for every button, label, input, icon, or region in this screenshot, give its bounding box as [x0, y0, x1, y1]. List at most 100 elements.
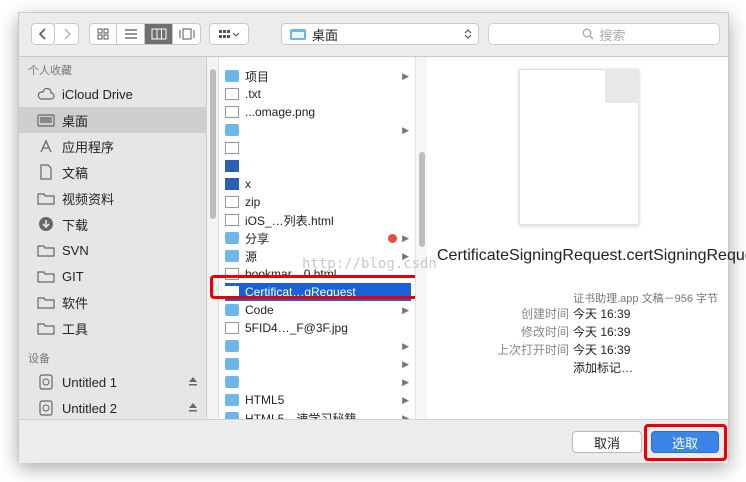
- file-row[interactable]: HTML5…速学习秘籍 ▶: [225, 409, 411, 419]
- file-row[interactable]: .txt: [225, 85, 411, 103]
- file-row[interactable]: 分享 ▶: [225, 229, 411, 247]
- sidebar-item-label: 文稿: [62, 165, 89, 181]
- file-row[interactable]: [225, 157, 411, 175]
- location-label: 桌面: [312, 27, 339, 43]
- download-icon: [37, 217, 55, 231]
- sidebar-item[interactable]: 软件: [19, 289, 206, 315]
- folder-icon: [225, 304, 239, 316]
- scroll-thumb[interactable]: [210, 69, 216, 219]
- favorites-header: 个人收藏: [28, 65, 72, 77]
- applications-icon: [37, 139, 55, 153]
- eject-icon[interactable]: [188, 402, 198, 415]
- file-name: Code: [245, 303, 274, 317]
- coverflow-view-button[interactable]: [173, 23, 201, 45]
- sidebar-item[interactable]: GIT: [19, 263, 206, 289]
- file-row[interactable]: ▶: [225, 121, 411, 139]
- opened-value: 今天 16:39: [573, 343, 631, 357]
- file-name: x: [245, 177, 251, 191]
- folder-icon: [225, 394, 239, 406]
- column-view-button[interactable]: [145, 23, 173, 45]
- watermark: http://blog.csdn: [302, 256, 437, 272]
- file-icon: [225, 106, 239, 118]
- sidebar-item[interactable]: 桌面: [19, 107, 206, 133]
- file-row[interactable]: 5FID4…_F@3F.jpg: [225, 319, 411, 337]
- file-icon: [225, 88, 239, 100]
- file-icon: [225, 196, 239, 208]
- disclosure-arrow-icon: ▶: [402, 358, 409, 369]
- file-row[interactable]: x: [225, 175, 411, 193]
- sidebar-item[interactable]: 下载: [19, 211, 206, 237]
- sidebar-item-label: 下载: [62, 217, 89, 233]
- sidebar-item-label: iCloud Drive: [62, 86, 133, 102]
- cancel-button[interactable]: 取消: [572, 431, 642, 453]
- sidebar-item-label: 桌面: [62, 113, 89, 129]
- devices-header: 设备: [28, 353, 50, 365]
- folder-icon: [225, 232, 239, 244]
- sidebar-item[interactable]: Untitled 1: [19, 369, 206, 395]
- search-placeholder: 搜索: [599, 27, 626, 43]
- eject-icon[interactable]: [188, 376, 198, 389]
- toolbar: 桌面 搜索: [19, 13, 728, 57]
- disk-icon: [37, 400, 55, 416]
- back-button[interactable]: [31, 23, 55, 45]
- file-row[interactable]: Code ▶: [225, 301, 411, 319]
- file-icon: [225, 214, 239, 226]
- scroll-thumb[interactable]: [419, 152, 425, 247]
- sidebar-item[interactable]: 应用程序: [19, 133, 206, 159]
- disclosure-arrow-icon: ▶: [402, 376, 409, 387]
- folder-icon: [37, 269, 55, 283]
- file-row[interactable]: HTML5 ▶: [225, 391, 411, 409]
- file-row[interactable]: ▶: [225, 355, 411, 373]
- cloud-icon: [37, 87, 55, 101]
- disk-icon: [37, 374, 55, 390]
- sidebar-item-label: GIT: [62, 268, 84, 284]
- file-row[interactable]: [225, 139, 411, 157]
- disclosure-arrow-icon: ▶: [402, 394, 409, 405]
- folder-icon: [290, 29, 306, 40]
- sidebar-item[interactable]: iCloud Drive: [19, 81, 206, 107]
- document-icon: [37, 164, 55, 180]
- file-row[interactable]: ▶: [225, 373, 411, 391]
- file-icon: [225, 142, 239, 154]
- location-popup[interactable]: 桌面: [281, 23, 479, 45]
- file-column-scrollbar[interactable]: [415, 57, 427, 419]
- folder-icon: [37, 191, 55, 205]
- sidebar-item[interactable]: 工具: [19, 315, 206, 341]
- sidebar-item[interactable]: 文稿: [19, 159, 206, 185]
- word-document-icon: [225, 160, 239, 172]
- view-mode-segment: [89, 23, 201, 45]
- preview-kind: 证书助理.app 文稿－956 字节: [573, 293, 718, 305]
- bottom-bar: 取消 选取: [19, 419, 728, 463]
- arrange-button[interactable]: [209, 23, 249, 45]
- list-view-button[interactable]: [117, 23, 145, 45]
- add-tags-link[interactable]: 添加标记…: [573, 359, 633, 376]
- file-row[interactable]: 项目 ▶: [225, 67, 411, 85]
- icon-view-button[interactable]: [89, 23, 117, 45]
- sidebar-scrollbar[interactable]: [207, 57, 219, 419]
- file-row[interactable]: ...omage.png: [225, 103, 411, 121]
- sidebar: 个人收藏 iCloud Drive 桌面应用程序文稿视频资料下载 SVN GIT 软件工…: [19, 57, 207, 419]
- created-label: 创建时间: [520, 307, 569, 321]
- file-name: 5FID4…_F@3F.jpg: [245, 321, 348, 335]
- file-row[interactable]: iOS_…列表.html: [225, 211, 411, 229]
- preview-pane: CertificateSigningRequest.certSigningReq…: [427, 57, 746, 419]
- folder-icon: [225, 358, 239, 370]
- highlight-annotation: [210, 275, 418, 299]
- opened-label: 上次打开时间: [496, 343, 569, 357]
- forward-button[interactable]: [55, 23, 79, 45]
- sidebar-item[interactable]: SVN: [19, 237, 206, 263]
- folder-icon: [37, 243, 55, 257]
- sidebar-item-label: 工具: [62, 321, 89, 337]
- file-row[interactable]: zip: [225, 193, 411, 211]
- sidebar-item[interactable]: Untitled 2: [19, 395, 206, 419]
- chevron-left-icon: [38, 28, 46, 40]
- desktop-icon: [37, 113, 55, 127]
- sidebar-item[interactable]: 视频资料: [19, 185, 206, 211]
- coverflow-view-icon: [179, 28, 194, 40]
- search-field[interactable]: 搜索: [488, 23, 720, 45]
- folder-icon: [225, 376, 239, 388]
- file-name: zip: [245, 195, 261, 209]
- file-name: .txt: [245, 87, 262, 101]
- file-row[interactable]: ▶: [225, 337, 411, 355]
- chevron-right-icon: [63, 28, 71, 40]
